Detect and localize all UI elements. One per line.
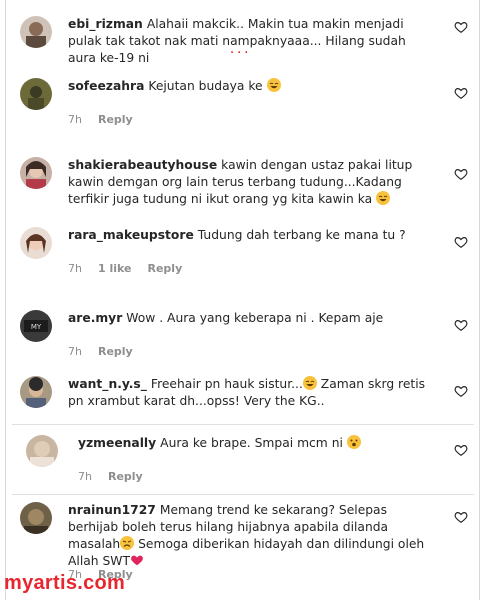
avatar[interactable]	[20, 376, 52, 408]
astonished-emoji-icon	[346, 435, 361, 449]
laughing-emoji-icon	[266, 78, 281, 92]
like-heart-icon[interactable]	[454, 167, 468, 181]
like-heart-icon[interactable]	[454, 510, 468, 524]
avatar[interactable]	[26, 435, 58, 467]
comment-text: sofeezahra Kejutan budaya ke	[68, 78, 430, 95]
username[interactable]: ebi_rizman	[68, 17, 143, 31]
laughing-emoji-icon	[302, 376, 317, 390]
thread-divider	[12, 494, 474, 495]
like-heart-icon[interactable]	[454, 86, 468, 100]
avatar[interactable]	[20, 78, 52, 110]
username[interactable]: shakierabeautyhouse	[68, 158, 217, 172]
avatar[interactable]	[20, 157, 52, 189]
reply-button[interactable]: Reply	[148, 262, 183, 275]
comment-time: 7h	[68, 113, 82, 126]
avatar[interactable]	[20, 227, 52, 259]
username[interactable]: sofeezahra	[68, 79, 144, 93]
reply-button[interactable]: Reply	[108, 470, 143, 483]
red-heart-icon	[130, 553, 144, 567]
comment-text: shakierabeautyhouse kawin dengan ustaz pa…	[68, 158, 413, 206]
like-heart-icon[interactable]	[454, 443, 468, 457]
reply-button[interactable]: Reply	[98, 113, 133, 126]
username[interactable]: yzmeenally	[78, 436, 156, 450]
avatar[interactable]	[20, 502, 52, 534]
comments-panel: ebi_rizman Alahaii makcik.. Makin tua mak…	[5, 0, 480, 600]
thread-divider	[12, 424, 474, 425]
username[interactable]: nrainun1727	[68, 503, 156, 517]
comment-text: rara_makeupstore Tudung dah terbang ke ma…	[68, 228, 406, 242]
username[interactable]: want_n.y.s_	[68, 377, 147, 391]
comment-meta: 7h Reply	[68, 345, 149, 358]
username[interactable]: rara_makeupstore	[68, 228, 194, 242]
likes-count[interactable]: 1 like	[98, 262, 132, 275]
comment-time: 7h	[78, 470, 92, 483]
comment-text: are.myr Wow . Aura yang keberapa ni . Kep…	[68, 311, 384, 325]
comment-text: want_n.y.s_ Freehair pn hauk sistur... Za…	[68, 376, 426, 408]
like-heart-icon[interactable]	[454, 318, 468, 332]
avatar[interactable]: MY	[20, 310, 52, 342]
svg-text:MY: MY	[31, 323, 42, 331]
like-heart-icon[interactable]	[454, 235, 468, 249]
comment-meta: 7h Reply	[68, 113, 149, 126]
like-heart-icon[interactable]	[454, 384, 468, 398]
avatar[interactable]	[20, 16, 52, 48]
watermark: myartis.com	[4, 572, 126, 594]
comment-meta: 7h 1 like Reply	[68, 262, 198, 275]
comment-time: 7h	[68, 262, 82, 275]
disappointed-emoji-icon	[120, 536, 135, 550]
reply-button[interactable]: Reply	[98, 345, 133, 358]
username[interactable]: are.myr	[68, 311, 122, 325]
comment-time: 7h	[68, 345, 82, 358]
comment-meta: 7h Reply	[78, 470, 159, 483]
like-heart-icon[interactable]	[454, 20, 468, 34]
red-marker: ···	[230, 46, 252, 61]
comment-text: nrainun1727 Memang trend ke sekarang? Sel…	[68, 503, 425, 568]
comment-text: yzmeenally Aura ke brape. Smpai mcm ni	[78, 435, 430, 452]
laughing-emoji-icon	[376, 191, 391, 205]
